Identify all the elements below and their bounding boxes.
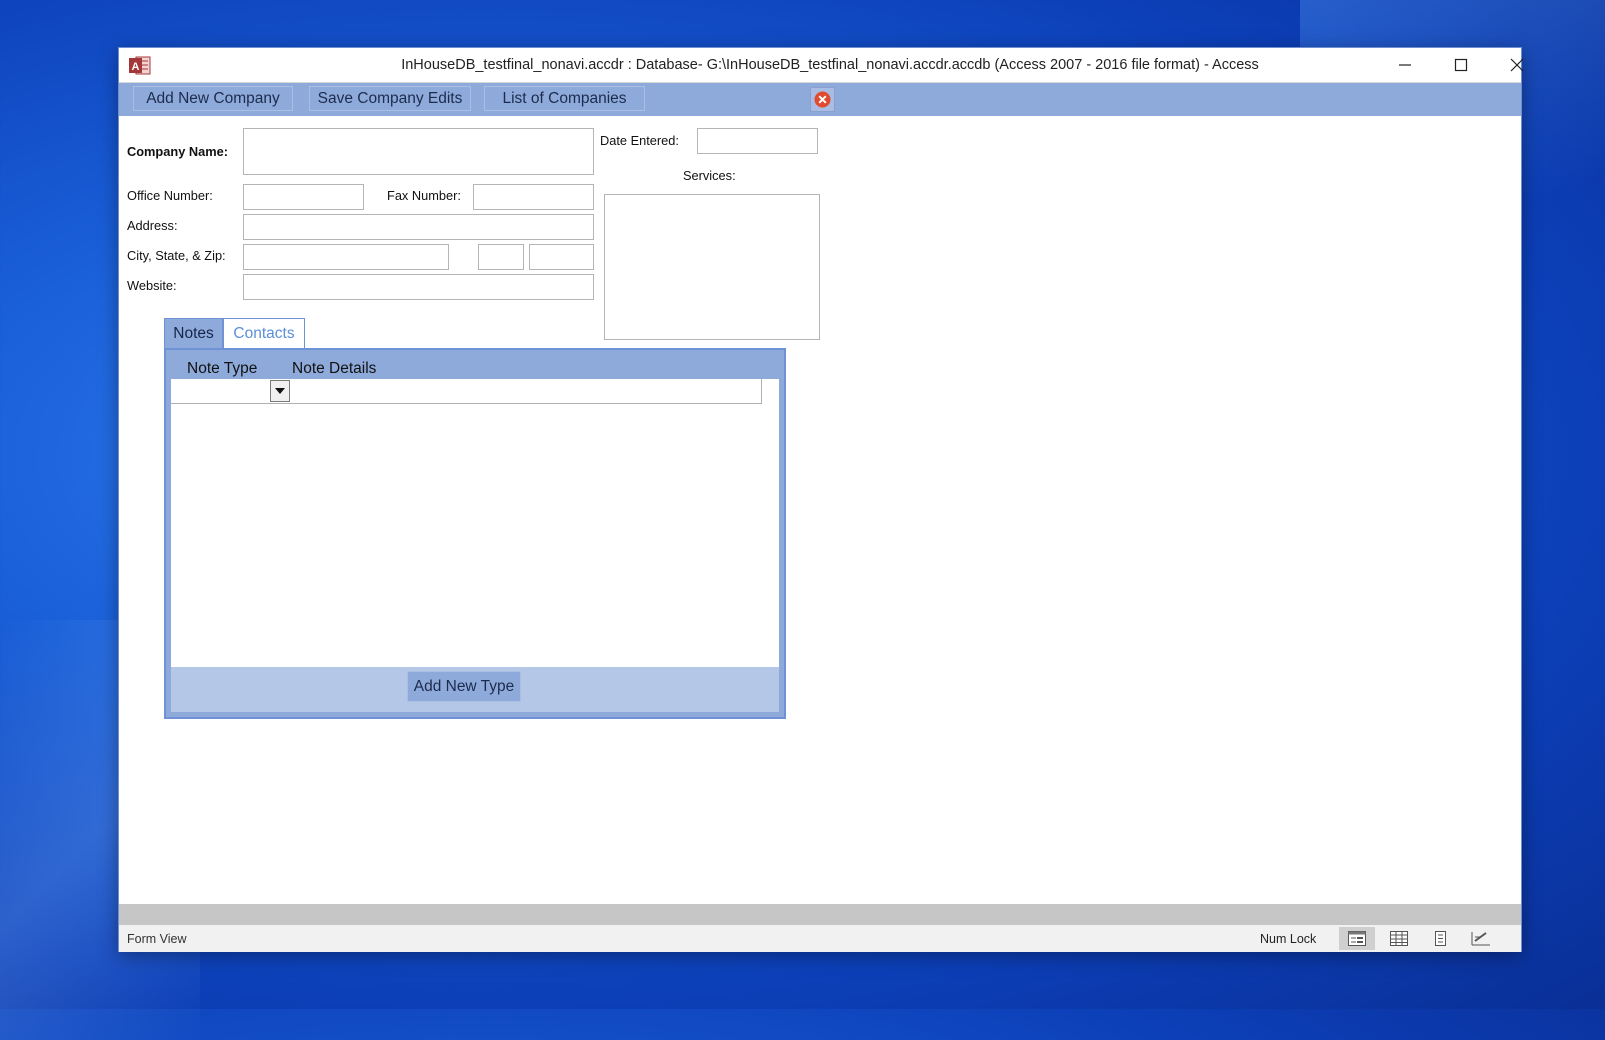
window-title: InHouseDB_testfinal_nonavi.accdr : Datab… <box>401 57 1259 73</box>
website-label: Website: <box>127 278 177 293</box>
fax-number-label: Fax Number: <box>387 188 461 203</box>
address-field[interactable] <box>243 214 594 240</box>
office-number-field[interactable] <box>243 184 364 210</box>
services-field[interactable] <box>604 194 820 340</box>
maximize-button[interactable] <box>1433 48 1489 82</box>
close-icon <box>1510 58 1524 72</box>
list-of-companies-button[interactable]: List of Companies <box>484 86 645 111</box>
chevron-down-icon <box>275 388 285 394</box>
form-view-button[interactable] <box>1339 927 1375 950</box>
tab-contacts[interactable]: Contacts <box>223 318 305 349</box>
form-bottom-bar <box>119 904 1521 925</box>
layout-view-icon <box>1435 931 1446 946</box>
city-field[interactable] <box>243 244 449 270</box>
design-view-icon <box>1471 932 1490 946</box>
access-window: A InHouseDB_testfinal_nonavi.accdr : Dat… <box>118 47 1524 952</box>
column-header-note-type: Note Type <box>187 360 258 377</box>
notes-subform: Note Type Note Details Add New Type <box>164 348 786 719</box>
save-company-edits-button[interactable]: Save Company Edits <box>309 86 471 111</box>
num-lock-indicator: Num Lock <box>1260 932 1317 946</box>
maximize-icon <box>1454 58 1468 72</box>
company-name-field[interactable] <box>243 128 594 175</box>
column-header-note-details: Note Details <box>292 360 377 377</box>
svg-text:A: A <box>132 61 140 73</box>
status-bar: Form View Num Lock <box>119 925 1521 952</box>
form-command-bar: Add New Company Save Company Edits List … <box>119 83 1521 116</box>
services-label: Services: <box>683 168 736 183</box>
datasheet-view-icon <box>1390 931 1408 946</box>
close-window-button[interactable] <box>1489 48 1545 82</box>
notes-datasheet: Note Type Note Details Add New Type <box>171 355 779 712</box>
minimize-button[interactable] <box>1377 48 1433 82</box>
design-view-button[interactable] <box>1463 927 1499 950</box>
layout-view-button[interactable] <box>1422 927 1458 950</box>
company-name-label: Company Name: <box>127 144 228 159</box>
notes-footer: Add New Type <box>171 667 779 712</box>
close-form-button[interactable] <box>810 87 835 112</box>
add-new-type-button[interactable]: Add New Type <box>407 671 521 702</box>
date-entered-field[interactable] <box>697 128 818 154</box>
office-number-label: Office Number: <box>127 188 213 203</box>
zip-field[interactable] <box>529 244 594 270</box>
tab-notes[interactable]: Notes <box>164 318 223 349</box>
add-new-company-button[interactable]: Add New Company <box>133 86 293 111</box>
notes-header-row: Note Type Note Details <box>171 355 779 379</box>
title-bar: A InHouseDB_testfinal_nonavi.accdr : Dat… <box>119 48 1524 83</box>
datasheet-view-button[interactable] <box>1381 927 1417 950</box>
date-entered-label: Date Entered: <box>600 133 679 148</box>
note-type-dropdown[interactable] <box>270 380 290 402</box>
city-state-zip-label: City, State, & Zip: <box>127 248 226 263</box>
minimize-icon <box>1399 64 1411 66</box>
notes-new-row[interactable] <box>171 379 762 404</box>
address-label: Address: <box>127 218 178 233</box>
state-field[interactable] <box>478 244 524 270</box>
fax-number-field[interactable] <box>473 184 594 210</box>
access-icon[interactable]: A <box>129 56 151 75</box>
form-view-icon <box>1348 931 1366 946</box>
status-view-label: Form View <box>127 932 187 946</box>
close-circle-icon <box>814 91 831 108</box>
website-field[interactable] <box>243 274 594 300</box>
